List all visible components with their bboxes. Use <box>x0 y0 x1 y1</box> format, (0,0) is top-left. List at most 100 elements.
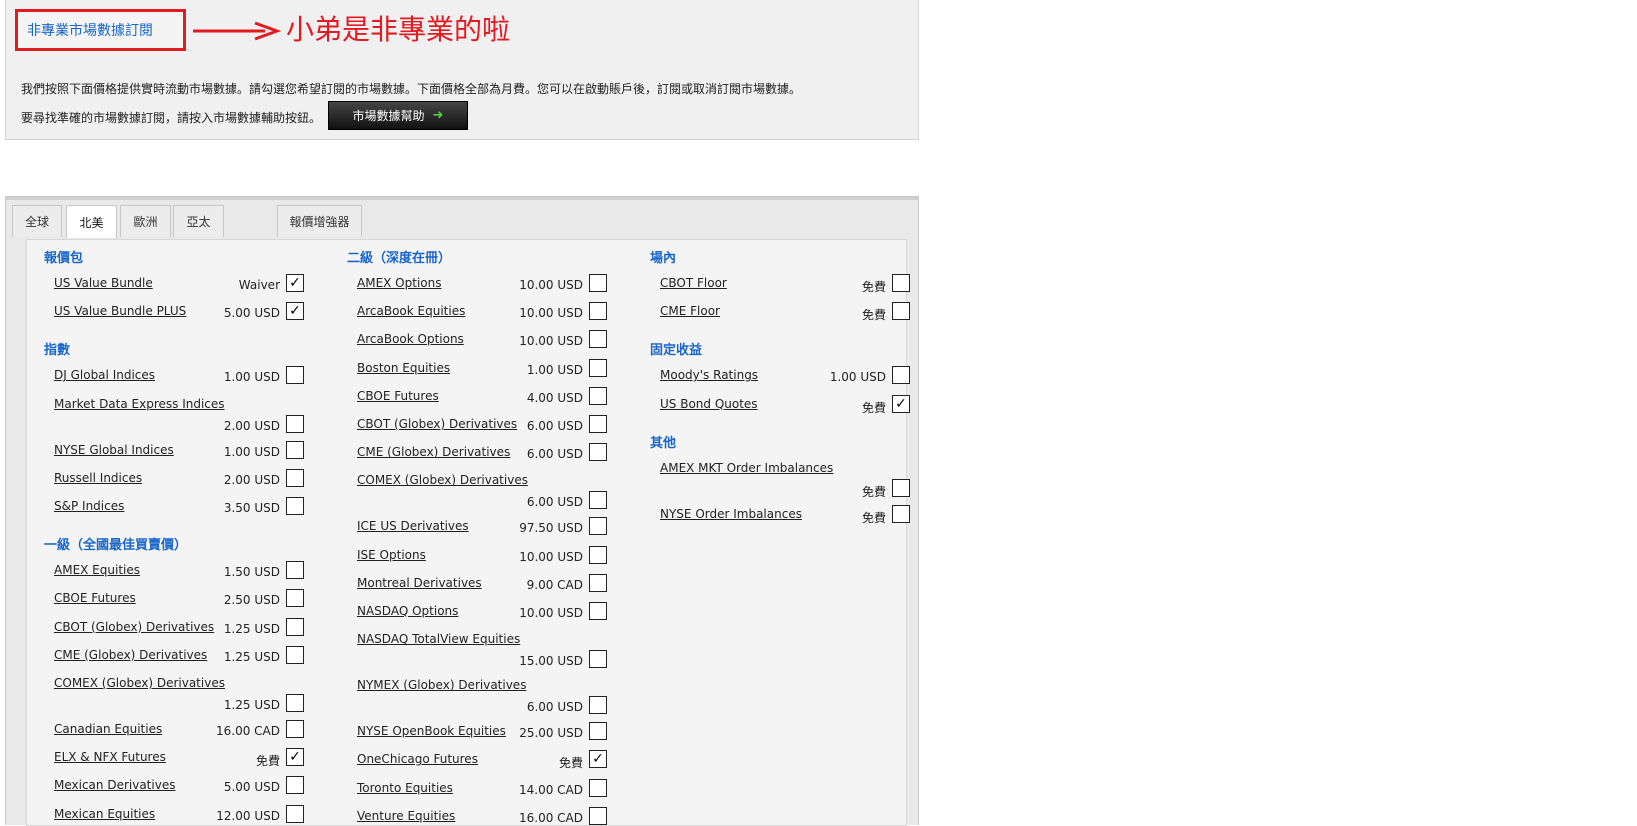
item-price: 1.00 USD <box>223 370 280 385</box>
market-data-item-link[interactable]: Canadian Equities <box>54 722 162 736</box>
market-data-item-link[interactable]: US Bond Quotes <box>660 397 758 411</box>
subscribe-checkbox[interactable] <box>286 366 304 385</box>
subscribe-checkbox[interactable] <box>589 722 607 741</box>
section-title: 一級（全國最佳買賣價） <box>44 538 188 554</box>
subscribe-checkbox[interactable]: ✓ <box>589 750 607 769</box>
market-data-item-link[interactable]: NASDAQ Options <box>357 604 458 618</box>
subscribe-checkbox[interactable] <box>286 720 304 738</box>
subscribe-checkbox[interactable] <box>286 804 304 823</box>
subscribe-checkbox[interactable] <box>589 778 607 797</box>
subscribe-checkbox[interactable] <box>892 366 910 385</box>
subscribe-checkbox[interactable] <box>589 573 607 592</box>
market-data-item-link[interactable]: ICE US Derivatives <box>357 519 469 533</box>
checkmark-icon: ✓ <box>592 751 604 768</box>
subscribe-checkbox[interactable] <box>589 696 607 715</box>
market-data-item-link[interactable]: CBOE Futures <box>54 591 136 605</box>
subscribe-checkbox[interactable] <box>589 602 607 620</box>
subscribe-checkbox[interactable] <box>589 330 607 349</box>
subscription-list: 報價包 US Value Bundle Waiver ✓ US Value Bundle… <box>26 239 910 826</box>
market-data-item-link[interactable]: US Value Bundle <box>54 276 153 290</box>
item-price: 免費 <box>861 308 886 323</box>
subscribe-checkbox[interactable] <box>892 478 910 497</box>
subscribe-checkbox[interactable] <box>892 302 910 321</box>
subscribe-checkbox[interactable] <box>589 545 607 564</box>
subscribe-checkbox[interactable] <box>589 517 607 536</box>
subscribe-checkbox[interactable] <box>286 694 304 712</box>
item-price: 1.00 USD <box>526 362 583 377</box>
market-data-item-link[interactable]: AMEX MKT Order Imbalances <box>660 461 833 475</box>
market-data-item-link[interactable]: NASDAQ TotalView Equities <box>357 632 520 646</box>
subscribe-checkbox[interactable] <box>589 650 607 669</box>
subscribe-checkbox[interactable] <box>286 468 304 487</box>
market-data-item-link[interactable]: AMEX Options <box>357 276 441 290</box>
checkmark-icon: ✓ <box>289 275 301 291</box>
tab-global[interactable]: 全球 <box>12 205 62 237</box>
market-data-item-link[interactable]: NYMEX (Globex) Derivatives <box>357 678 526 692</box>
subscribe-checkbox[interactable] <box>286 776 304 795</box>
market-data-item-link[interactable]: Moody's Ratings <box>660 368 758 382</box>
market-data-item-link[interactable]: AMEX Equities <box>54 563 140 577</box>
subscribe-checkbox[interactable] <box>589 806 607 825</box>
market-data-item-link[interactable]: ELX & NFX Futures <box>54 750 166 764</box>
market-data-item-link[interactable]: DJ Global Indices <box>54 368 155 382</box>
subscribe-checkbox[interactable] <box>286 589 304 608</box>
market-data-item-link[interactable]: Toronto Equities <box>357 781 453 795</box>
market-data-item-link[interactable]: ISE Options <box>357 548 426 562</box>
subscribe-checkbox[interactable] <box>892 274 910 292</box>
subscribe-checkbox[interactable] <box>286 414 304 433</box>
item-price: 5.00 USD <box>223 306 280 321</box>
subscribe-checkbox[interactable] <box>286 561 304 580</box>
market-data-item-link[interactable]: Russell Indices <box>54 471 142 485</box>
subscribe-checkbox[interactable] <box>286 617 304 636</box>
market-data-item-link[interactable]: CBOE Futures <box>357 389 439 403</box>
market-data-item-link[interactable]: COMEX (Globex) Derivatives <box>357 473 528 487</box>
market-data-item-link[interactable]: ArcaBook Equities <box>357 304 465 318</box>
market-data-item-link[interactable]: Mexican Equities <box>54 807 155 821</box>
market-data-item-link[interactable]: COMEX (Globex) Derivatives <box>54 676 225 690</box>
intro-text-line-2: 要尋找準確的市場數據訂閱，請按入市場數據輔助按鈕。 <box>21 111 322 125</box>
item-price: 1.00 USD <box>829 370 886 385</box>
item-price: 1.00 USD <box>223 444 280 459</box>
market-data-item-link[interactable]: Mexican Derivatives <box>54 778 175 792</box>
tab-asia-pacific[interactable]: 亞太 <box>173 205 224 237</box>
subscribe-checkbox[interactable] <box>589 443 607 462</box>
market-data-item-link[interactable]: Venture Equities <box>357 809 455 823</box>
subscribe-checkbox[interactable] <box>589 386 607 405</box>
panel-top-border <box>6 197 918 200</box>
market-data-item-link[interactable]: Boston Equities <box>357 361 450 375</box>
subscribe-checkbox[interactable] <box>589 358 607 377</box>
section-title: 報價包 <box>44 251 84 266</box>
market-data-item-link[interactable]: OneChicago Futures <box>357 752 478 766</box>
subscribe-checkbox[interactable]: ✓ <box>286 274 304 292</box>
item-price: 15.00 USD <box>519 654 583 669</box>
market-data-item-link[interactable]: Market Data Express Indices <box>54 397 225 411</box>
item-price: 5.00 USD <box>223 780 280 795</box>
market-data-help-button[interactable]: 市場數據幫助 ➜ <box>328 101 468 130</box>
market-data-item-link[interactable]: S&P Indices <box>54 499 124 513</box>
subscribe-checkbox[interactable] <box>286 645 304 664</box>
item-price: 免費 <box>861 400 886 415</box>
subscribe-checkbox[interactable] <box>589 274 607 292</box>
item-price: 4.00 USD <box>526 390 583 405</box>
subscribe-checkbox[interactable]: ✓ <box>286 302 304 321</box>
market-data-item-link[interactable]: CME Floor <box>660 304 720 318</box>
item-price: 9.00 CAD <box>526 577 583 592</box>
subscribe-checkbox[interactable]: ✓ <box>286 748 304 767</box>
item-price: 1.25 USD <box>223 698 280 712</box>
subscribe-checkbox[interactable] <box>286 497 304 515</box>
market-data-item-link[interactable]: CBOT Floor <box>660 276 727 290</box>
item-price: 免費 <box>255 754 280 769</box>
subscribe-checkbox[interactable] <box>589 302 607 321</box>
subscribe-checkbox[interactable] <box>589 415 607 433</box>
market-data-item-link[interactable]: NYSE Global Indices <box>54 443 174 457</box>
market-data-item-link[interactable]: ArcaBook Options <box>357 332 464 346</box>
section-title: 指數 <box>44 343 71 359</box>
tab-quote-booster[interactable]: 報價增強器 <box>277 205 362 237</box>
help-button-label: 市場數據幫助 <box>352 109 425 123</box>
subscribe-checkbox[interactable] <box>589 491 607 510</box>
tab-north-america[interactable]: 北美 <box>66 205 117 238</box>
subscribe-checkbox[interactable]: ✓ <box>892 394 910 413</box>
subscribe-checkbox[interactable] <box>892 504 910 523</box>
subscribe-checkbox[interactable] <box>286 440 304 459</box>
tab-europe[interactable]: 歐洲 <box>120 205 171 237</box>
